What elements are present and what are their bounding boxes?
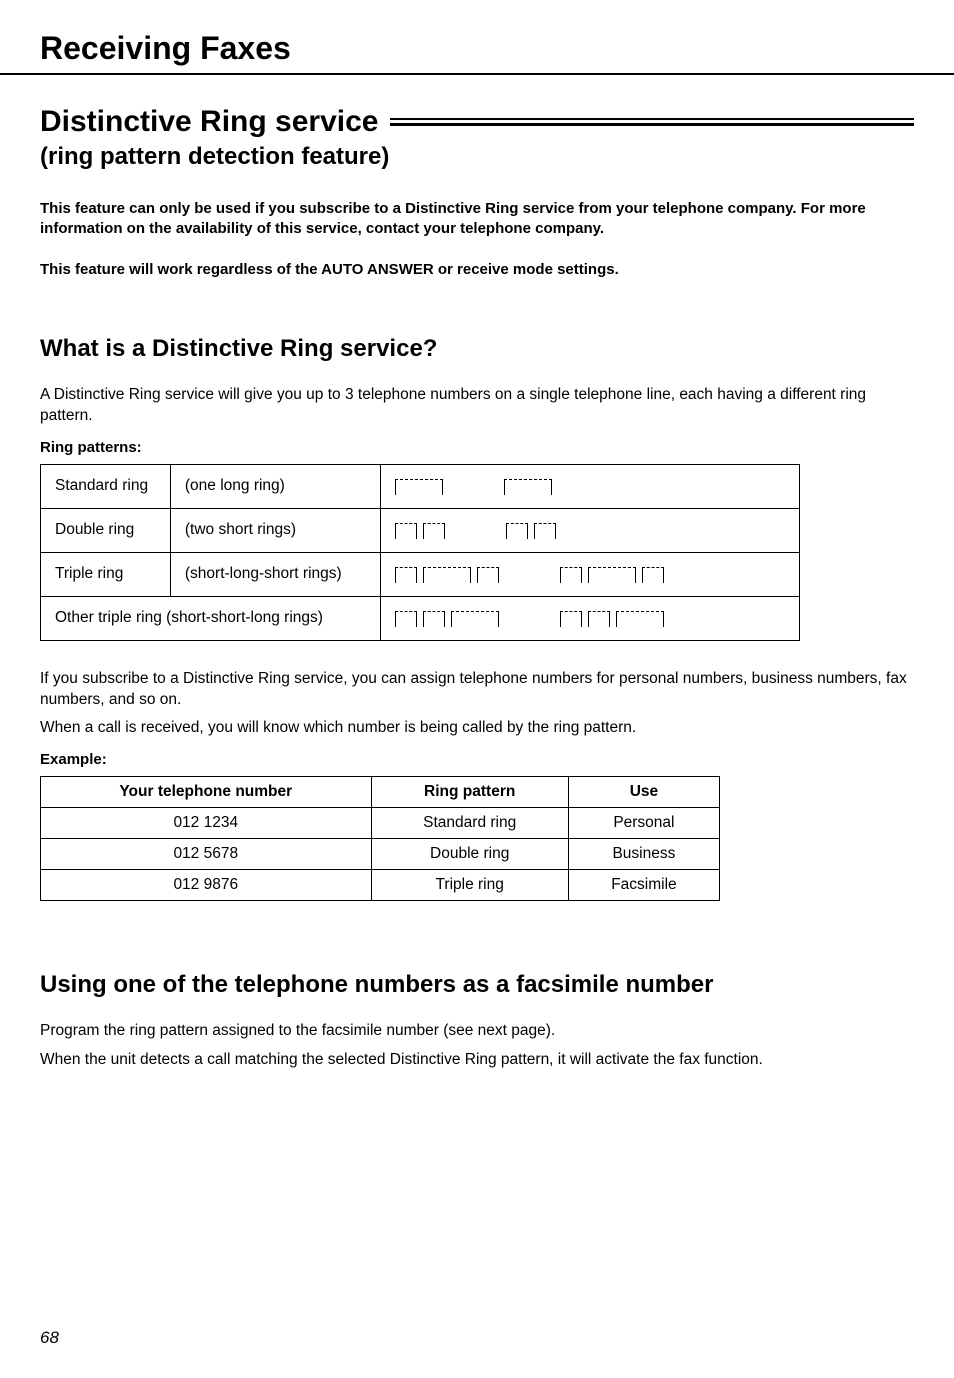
table-row: Double ring (two short rings) [41,508,800,552]
using-body-1: Program the ring pattern assigned to the… [40,1021,914,1042]
cell: Double ring [371,839,568,870]
ring-pulse-group-icon [560,609,670,627]
ring-pattern-table: Standard ring (one long ring) Double rin… [40,464,800,641]
ring-pulse-icon [395,523,417,539]
table-row: Standard ring (one long ring) [41,464,800,508]
what-body: A Distinctive Ring service will give you… [40,385,914,427]
ring-desc: (short-long-short rings) [170,552,380,596]
cell: 012 9876 [41,870,372,901]
ring-pulse-group-icon [395,477,449,495]
ring-pulse-group-icon [504,477,558,495]
intro-paragraph-1: This feature can only be used if you sub… [40,199,914,240]
ring-pulse-icon [504,479,552,495]
ring-pulse-group-icon [395,609,505,627]
ring-pulse-icon [534,523,556,539]
ring-pulse-icon [588,611,610,627]
ring-name: Standard ring [41,464,171,508]
cell: Facsimile [568,870,719,901]
cell: Personal [568,808,719,839]
ring-pulse-icon [423,611,445,627]
ring-name-desc: Other triple ring (short-short-long ring… [41,596,381,640]
page-number: 68 [40,1328,59,1348]
section-subtitle: (ring pattern detection feature) [40,143,914,171]
table-row: Other triple ring (short-short-long ring… [41,596,800,640]
cell: Triple ring [371,870,568,901]
ring-desc: (two short rings) [170,508,380,552]
table-row: 012 1234 Standard ring Personal [41,808,720,839]
ring-pulse-icon [560,611,582,627]
header-rule [0,73,954,75]
using-body-2: When the unit detects a call matching th… [40,1050,914,1071]
ring-pulse-icon [395,479,443,495]
cell: 012 1234 [41,808,372,839]
ring-patterns-label: Ring patterns: [40,439,914,456]
example-table: Your telephone number Ring pattern Use 0… [40,776,720,901]
ring-name-text: Other triple ring [55,609,162,626]
table-row: Triple ring (short-long-short rings) [41,552,800,596]
ring-pulse-icon [477,567,499,583]
ring-pulse-icon [451,611,499,627]
using-heading: Using one of the telephone numbers as a … [40,971,914,999]
ring-desc-text: (short-short-long rings) [166,609,323,626]
col-header: Use [568,777,719,808]
ring-name: Triple ring [41,552,171,596]
ring-pulse-group-icon [506,521,562,539]
cell: 012 5678 [41,839,372,870]
title-row: Distinctive Ring service [40,105,914,139]
col-header: Your telephone number [41,777,372,808]
table-row: 012 5678 Double ring Business [41,839,720,870]
ring-pattern-cell [380,596,799,640]
cell: Standard ring [371,808,568,839]
ring-pulse-icon [506,523,528,539]
ring-pulse-icon [588,567,636,583]
ring-pulse-icon [642,567,664,583]
ring-pulse-group-icon [395,521,451,539]
ring-pulse-group-icon [560,565,670,583]
ring-pulse-icon [616,611,664,627]
ring-pulse-icon [423,523,445,539]
assign-body-2: When a call is received, you will know w… [40,718,914,739]
col-header: Ring pattern [371,777,568,808]
table-row: 012 9876 Triple ring Facsimile [41,870,720,901]
intro-paragraph-2: This feature will work regardless of the… [40,260,914,280]
table-header-row: Your telephone number Ring pattern Use [41,777,720,808]
ring-pulse-icon [560,567,582,583]
ring-pattern-cell [380,508,799,552]
assign-body-1: If you subscribe to a Distinctive Ring s… [40,669,914,711]
what-heading: What is a Distinctive Ring service? [40,335,914,363]
example-label: Example: [40,751,914,768]
ring-pattern-cell [380,552,799,596]
ring-pulse-icon [423,567,471,583]
ring-pulse-group-icon [395,565,505,583]
ring-pulse-icon [395,611,417,627]
ring-pattern-cell [380,464,799,508]
cell: Business [568,839,719,870]
section-title: Distinctive Ring service [40,105,378,139]
title-rule-icon [390,118,914,126]
ring-name: Double ring [41,508,171,552]
page-header: Receiving Faxes [40,30,914,67]
ring-pulse-icon [395,567,417,583]
ring-desc: (one long ring) [170,464,380,508]
